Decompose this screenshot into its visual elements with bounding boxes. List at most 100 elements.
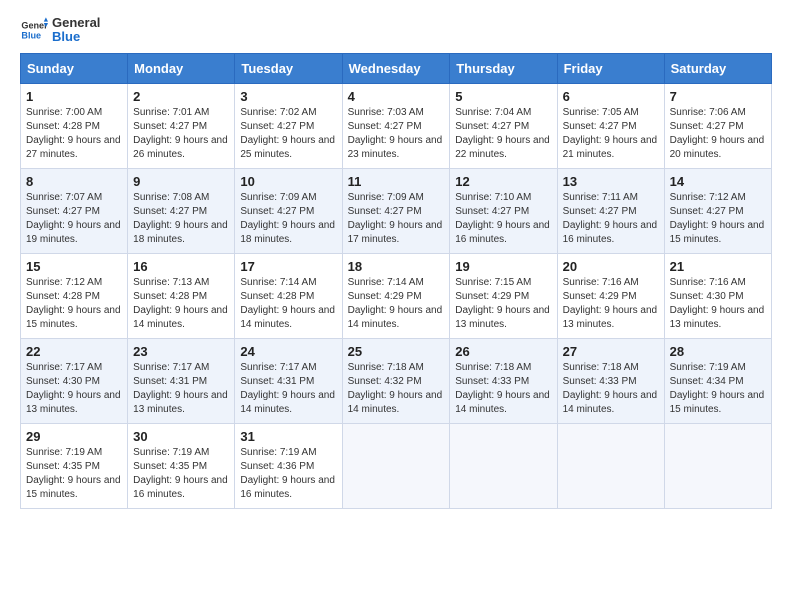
day-info: Sunrise: 7:09 AM Sunset: 4:27 PM Dayligh… — [348, 191, 445, 247]
column-header-thursday: Thursday — [450, 53, 557, 83]
calendar-cell: 17 Sunrise: 7:14 AM Sunset: 4:28 PM Dayl… — [235, 253, 342, 338]
calendar-cell: 23 Sunrise: 7:17 AM Sunset: 4:31 PM Dayl… — [128, 338, 235, 423]
day-number: 7 — [670, 89, 766, 104]
day-info: Sunrise: 7:00 AM Sunset: 4:28 PM Dayligh… — [26, 106, 122, 162]
day-number: 5 — [455, 89, 551, 104]
calendar-cell: 30 Sunrise: 7:19 AM Sunset: 4:35 PM Dayl… — [128, 423, 235, 508]
day-info: Sunrise: 7:10 AM Sunset: 4:27 PM Dayligh… — [455, 191, 551, 247]
day-number: 6 — [563, 89, 659, 104]
calendar-cell: 28 Sunrise: 7:19 AM Sunset: 4:34 PM Dayl… — [664, 338, 771, 423]
day-info: Sunrise: 7:09 AM Sunset: 4:27 PM Dayligh… — [240, 191, 336, 247]
calendar-cell: 9 Sunrise: 7:08 AM Sunset: 4:27 PM Dayli… — [128, 168, 235, 253]
day-number: 11 — [348, 174, 445, 189]
day-number: 14 — [670, 174, 766, 189]
column-header-monday: Monday — [128, 53, 235, 83]
calendar-cell: 27 Sunrise: 7:18 AM Sunset: 4:33 PM Dayl… — [557, 338, 664, 423]
calendar-cell: 12 Sunrise: 7:10 AM Sunset: 4:27 PM Dayl… — [450, 168, 557, 253]
day-number: 30 — [133, 429, 229, 444]
calendar-cell: 29 Sunrise: 7:19 AM Sunset: 4:35 PM Dayl… — [21, 423, 128, 508]
day-number: 2 — [133, 89, 229, 104]
calendar-cell: 6 Sunrise: 7:05 AM Sunset: 4:27 PM Dayli… — [557, 83, 664, 168]
day-info: Sunrise: 7:17 AM Sunset: 4:31 PM Dayligh… — [240, 361, 336, 417]
day-info: Sunrise: 7:02 AM Sunset: 4:27 PM Dayligh… — [240, 106, 336, 162]
day-number: 12 — [455, 174, 551, 189]
day-info: Sunrise: 7:11 AM Sunset: 4:27 PM Dayligh… — [563, 191, 659, 247]
calendar-cell: 7 Sunrise: 7:06 AM Sunset: 4:27 PM Dayli… — [664, 83, 771, 168]
day-info: Sunrise: 7:19 AM Sunset: 4:36 PM Dayligh… — [240, 446, 336, 502]
day-number: 18 — [348, 259, 445, 274]
day-number: 22 — [26, 344, 122, 359]
calendar-cell: 14 Sunrise: 7:12 AM Sunset: 4:27 PM Dayl… — [664, 168, 771, 253]
day-info: Sunrise: 7:14 AM Sunset: 4:29 PM Dayligh… — [348, 276, 445, 332]
day-number: 28 — [670, 344, 766, 359]
calendar-cell: 16 Sunrise: 7:13 AM Sunset: 4:28 PM Dayl… — [128, 253, 235, 338]
calendar-cell: 21 Sunrise: 7:16 AM Sunset: 4:30 PM Dayl… — [664, 253, 771, 338]
column-header-wednesday: Wednesday — [342, 53, 450, 83]
calendar-week-4: 22 Sunrise: 7:17 AM Sunset: 4:30 PM Dayl… — [21, 338, 772, 423]
day-number: 27 — [563, 344, 659, 359]
column-header-saturday: Saturday — [664, 53, 771, 83]
calendar-header: SundayMondayTuesdayWednesdayThursdayFrid… — [21, 53, 772, 83]
day-info: Sunrise: 7:08 AM Sunset: 4:27 PM Dayligh… — [133, 191, 229, 247]
calendar-cell — [450, 423, 557, 508]
calendar-cell: 13 Sunrise: 7:11 AM Sunset: 4:27 PM Dayl… — [557, 168, 664, 253]
day-info: Sunrise: 7:16 AM Sunset: 4:30 PM Dayligh… — [670, 276, 766, 332]
logo-line2: Blue — [52, 30, 100, 44]
day-number: 13 — [563, 174, 659, 189]
day-info: Sunrise: 7:12 AM Sunset: 4:27 PM Dayligh… — [670, 191, 766, 247]
calendar-cell: 19 Sunrise: 7:15 AM Sunset: 4:29 PM Dayl… — [450, 253, 557, 338]
calendar-cell: 31 Sunrise: 7:19 AM Sunset: 4:36 PM Dayl… — [235, 423, 342, 508]
calendar-cell: 25 Sunrise: 7:18 AM Sunset: 4:32 PM Dayl… — [342, 338, 450, 423]
day-number: 31 — [240, 429, 336, 444]
calendar-cell: 18 Sunrise: 7:14 AM Sunset: 4:29 PM Dayl… — [342, 253, 450, 338]
calendar-cell: 24 Sunrise: 7:17 AM Sunset: 4:31 PM Dayl… — [235, 338, 342, 423]
day-number: 20 — [563, 259, 659, 274]
calendar-cell: 11 Sunrise: 7:09 AM Sunset: 4:27 PM Dayl… — [342, 168, 450, 253]
day-info: Sunrise: 7:01 AM Sunset: 4:27 PM Dayligh… — [133, 106, 229, 162]
day-number: 3 — [240, 89, 336, 104]
day-info: Sunrise: 7:12 AM Sunset: 4:28 PM Dayligh… — [26, 276, 122, 332]
calendar-cell: 15 Sunrise: 7:12 AM Sunset: 4:28 PM Dayl… — [21, 253, 128, 338]
calendar-week-1: 1 Sunrise: 7:00 AM Sunset: 4:28 PM Dayli… — [21, 83, 772, 168]
day-info: Sunrise: 7:19 AM Sunset: 4:34 PM Dayligh… — [670, 361, 766, 417]
day-number: 19 — [455, 259, 551, 274]
day-number: 1 — [26, 89, 122, 104]
calendar-cell: 8 Sunrise: 7:07 AM Sunset: 4:27 PM Dayli… — [21, 168, 128, 253]
column-header-tuesday: Tuesday — [235, 53, 342, 83]
day-number: 29 — [26, 429, 122, 444]
column-header-friday: Friday — [557, 53, 664, 83]
header: General Blue General Blue — [20, 16, 772, 45]
calendar-week-5: 29 Sunrise: 7:19 AM Sunset: 4:35 PM Dayl… — [21, 423, 772, 508]
day-number: 16 — [133, 259, 229, 274]
day-number: 24 — [240, 344, 336, 359]
day-info: Sunrise: 7:13 AM Sunset: 4:28 PM Dayligh… — [133, 276, 229, 332]
calendar-cell: 5 Sunrise: 7:04 AM Sunset: 4:27 PM Dayli… — [450, 83, 557, 168]
calendar-cell: 2 Sunrise: 7:01 AM Sunset: 4:27 PM Dayli… — [128, 83, 235, 168]
calendar-cell — [664, 423, 771, 508]
day-info: Sunrise: 7:18 AM Sunset: 4:32 PM Dayligh… — [348, 361, 445, 417]
day-info: Sunrise: 7:15 AM Sunset: 4:29 PM Dayligh… — [455, 276, 551, 332]
calendar-cell: 20 Sunrise: 7:16 AM Sunset: 4:29 PM Dayl… — [557, 253, 664, 338]
day-number: 21 — [670, 259, 766, 274]
day-info: Sunrise: 7:17 AM Sunset: 4:30 PM Dayligh… — [26, 361, 122, 417]
calendar-table: SundayMondayTuesdayWednesdayThursdayFrid… — [20, 53, 772, 509]
logo-icon: General Blue — [20, 16, 48, 44]
day-info: Sunrise: 7:07 AM Sunset: 4:27 PM Dayligh… — [26, 191, 122, 247]
day-info: Sunrise: 7:03 AM Sunset: 4:27 PM Dayligh… — [348, 106, 445, 162]
logo-line1: General — [52, 16, 100, 30]
svg-text:Blue: Blue — [21, 31, 41, 41]
day-info: Sunrise: 7:18 AM Sunset: 4:33 PM Dayligh… — [563, 361, 659, 417]
calendar-cell — [342, 423, 450, 508]
calendar-cell: 4 Sunrise: 7:03 AM Sunset: 4:27 PM Dayli… — [342, 83, 450, 168]
day-info: Sunrise: 7:17 AM Sunset: 4:31 PM Dayligh… — [133, 361, 229, 417]
day-number: 15 — [26, 259, 122, 274]
day-info: Sunrise: 7:06 AM Sunset: 4:27 PM Dayligh… — [670, 106, 766, 162]
calendar-week-3: 15 Sunrise: 7:12 AM Sunset: 4:28 PM Dayl… — [21, 253, 772, 338]
day-info: Sunrise: 7:19 AM Sunset: 4:35 PM Dayligh… — [133, 446, 229, 502]
day-info: Sunrise: 7:04 AM Sunset: 4:27 PM Dayligh… — [455, 106, 551, 162]
day-info: Sunrise: 7:16 AM Sunset: 4:29 PM Dayligh… — [563, 276, 659, 332]
day-number: 8 — [26, 174, 122, 189]
calendar-cell — [557, 423, 664, 508]
calendar-cell: 22 Sunrise: 7:17 AM Sunset: 4:30 PM Dayl… — [21, 338, 128, 423]
day-number: 26 — [455, 344, 551, 359]
